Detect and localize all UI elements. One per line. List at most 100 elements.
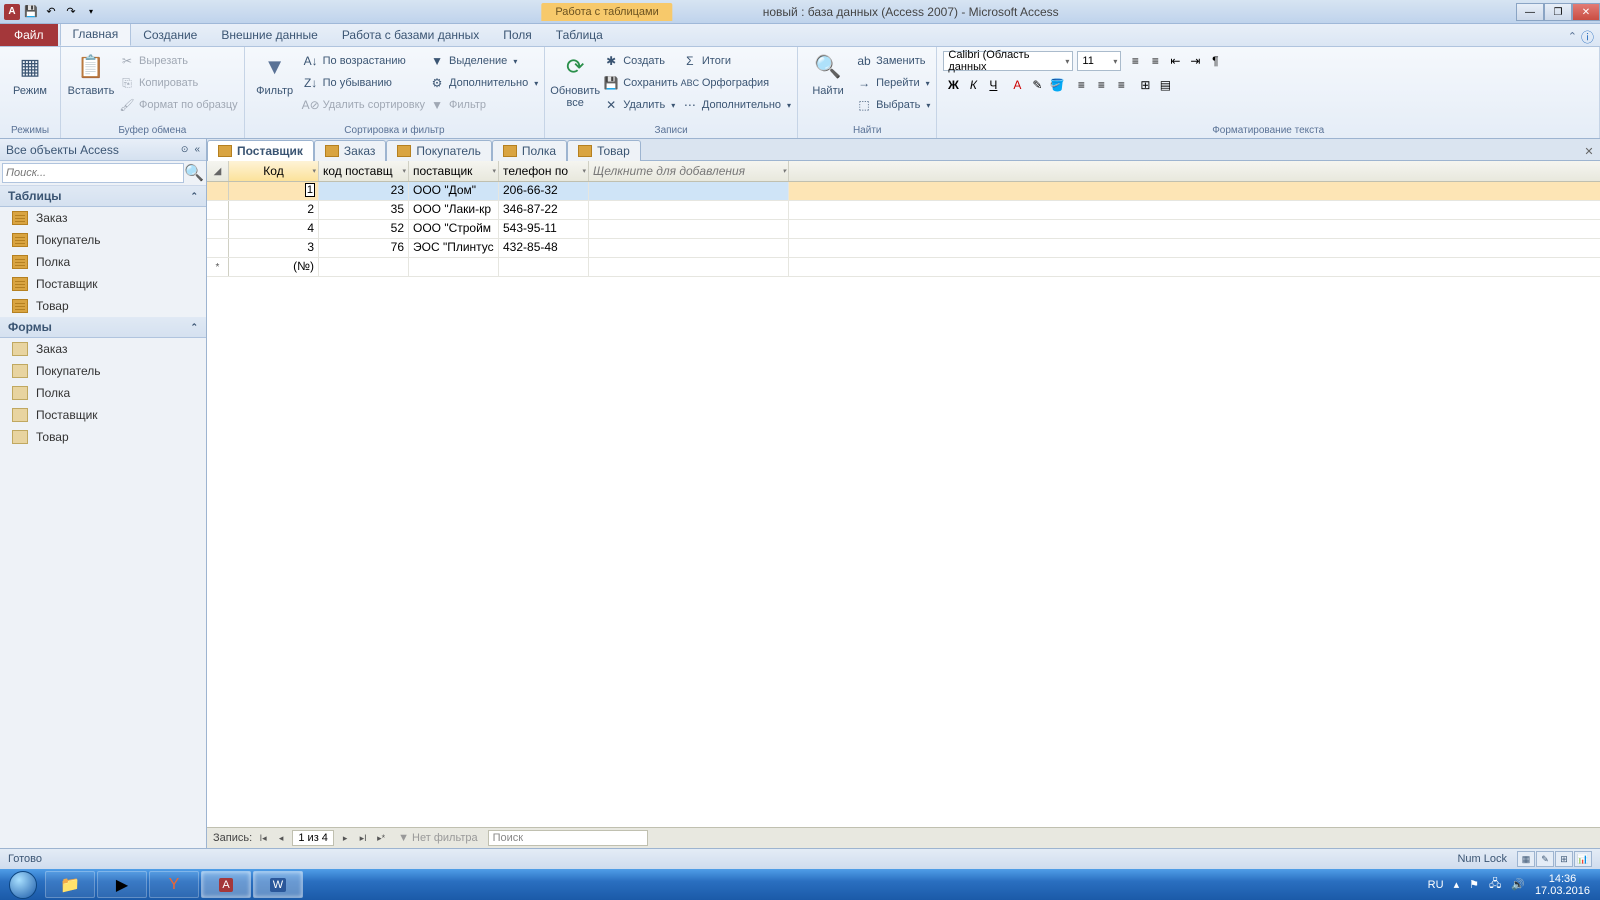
taskbar-mediaplayer[interactable]: ▶: [97, 871, 147, 898]
more-records-button[interactable]: ⋯Дополнительно▾: [682, 95, 791, 115]
refresh-button[interactable]: ⟳Обновить все: [551, 51, 599, 109]
nav-table-item[interactable]: Полка: [0, 251, 206, 273]
font-color-button[interactable]: A: [1007, 75, 1027, 95]
undo-icon[interactable]: ↶: [42, 3, 60, 21]
sort-asc-button[interactable]: A↓По возрастанию: [303, 51, 425, 71]
row-selector[interactable]: [207, 239, 229, 257]
prev-record-button[interactable]: ◂: [274, 833, 288, 844]
cell[interactable]: ООО "Дом": [409, 182, 499, 200]
cell[interactable]: 4: [229, 220, 319, 238]
text-direction-button[interactable]: ¶: [1205, 51, 1225, 71]
tab-table[interactable]: Таблица: [544, 24, 615, 46]
tray-volume-icon[interactable]: 🔊: [1511, 878, 1525, 891]
cell[interactable]: ЭОС "Плинтус: [409, 239, 499, 257]
row-selector[interactable]: [207, 201, 229, 219]
tab-home[interactable]: Главная: [60, 22, 132, 46]
bullets-button[interactable]: ≡: [1125, 51, 1145, 71]
cell[interactable]: [589, 220, 789, 238]
alt-row-color-button[interactable]: ▤: [1155, 75, 1175, 95]
align-center-button[interactable]: ≡: [1091, 75, 1111, 95]
pivot-view-button[interactable]: ⊞: [1555, 851, 1573, 867]
last-record-button[interactable]: ▸I: [356, 833, 370, 844]
navpane-search-input[interactable]: [2, 163, 184, 183]
find-button[interactable]: 🔍Найти: [804, 51, 852, 97]
align-left-button[interactable]: ≡: [1071, 75, 1091, 95]
cell[interactable]: ООО "Стройм: [409, 220, 499, 238]
cell[interactable]: [409, 258, 499, 276]
tray-arrow-icon[interactable]: ▴: [1454, 878, 1460, 891]
table-row[interactable]: 4 52 ООО "Стройм 543-95-11: [207, 220, 1600, 239]
italic-button[interactable]: К: [963, 75, 983, 95]
totals-button[interactable]: ΣИтоги: [682, 51, 791, 71]
new-record-nav-button[interactable]: ▸*: [374, 833, 388, 844]
lang-indicator[interactable]: RU: [1428, 879, 1444, 891]
cell[interactable]: 76: [319, 239, 409, 257]
numbering-button[interactable]: ≡: [1145, 51, 1165, 71]
close-tab-button[interactable]: ✕: [1580, 142, 1598, 160]
font-size-select[interactable]: 11: [1077, 51, 1121, 71]
clock[interactable]: 14:3617.03.2016: [1535, 873, 1590, 897]
toggle-filter-button[interactable]: ▼Фильтр: [429, 95, 538, 115]
indent-right-button[interactable]: ⇥: [1185, 51, 1205, 71]
paste-button[interactable]: 📋Вставить: [67, 51, 115, 97]
cell[interactable]: [589, 258, 789, 276]
record-position-input[interactable]: [292, 830, 334, 846]
next-record-button[interactable]: ▸: [338, 833, 352, 844]
file-tab[interactable]: Файл: [0, 24, 58, 46]
cut-button[interactable]: ✂Вырезать: [119, 51, 238, 71]
replace-button[interactable]: abЗаменить: [856, 51, 930, 71]
table-row[interactable]: 1 23 ООО "Дом" 206-66-32: [207, 182, 1600, 201]
new-record-button[interactable]: ✱Создать: [603, 51, 678, 71]
underline-button[interactable]: Ч: [983, 75, 1003, 95]
nav-section-tables[interactable]: Таблицы⌃: [0, 186, 206, 207]
nav-table-item[interactable]: Покупатель: [0, 229, 206, 251]
doc-tab[interactable]: Поставщик: [207, 140, 314, 161]
cell[interactable]: 1: [229, 182, 319, 200]
filter-button[interactable]: ▼Фильтр: [251, 51, 299, 97]
tab-fields[interactable]: Поля: [491, 24, 544, 46]
align-right-button[interactable]: ≡: [1111, 75, 1131, 95]
minimize-button[interactable]: —: [1516, 3, 1544, 21]
chart-view-button[interactable]: 📊: [1574, 851, 1592, 867]
column-header[interactable]: Код▾: [229, 161, 319, 181]
selection-button[interactable]: ▼Выделение▾: [429, 51, 538, 71]
nav-form-item[interactable]: Заказ: [0, 338, 206, 360]
doc-tab[interactable]: Заказ: [314, 140, 386, 161]
datasheet-grid[interactable]: ◢ Код▾ код поставщ▾ поставщик▾ телефон п…: [207, 161, 1600, 827]
nav-table-item[interactable]: Заказ: [0, 207, 206, 229]
new-row[interactable]: * (№): [207, 258, 1600, 277]
spelling-button[interactable]: ABCОрфография: [682, 73, 791, 93]
bold-button[interactable]: Ж: [943, 75, 963, 95]
gridlines-button[interactable]: ⊞: [1135, 75, 1155, 95]
select-all-corner[interactable]: ◢: [207, 161, 229, 181]
tab-create[interactable]: Создание: [131, 24, 209, 46]
doc-tab[interactable]: Покупатель: [386, 140, 491, 161]
clear-sort-button[interactable]: A⊘Удалить сортировку: [303, 95, 425, 115]
copy-button[interactable]: ⎘Копировать: [119, 73, 238, 93]
view-button[interactable]: ▦Режим: [6, 51, 54, 97]
nav-section-forms[interactable]: Формы⌃: [0, 317, 206, 338]
doc-tab[interactable]: Товар: [567, 140, 641, 161]
cell[interactable]: [589, 201, 789, 219]
cell[interactable]: ООО "Лаки-кр: [409, 201, 499, 219]
indent-left-button[interactable]: ⇤: [1165, 51, 1185, 71]
cell[interactable]: [589, 182, 789, 200]
taskbar-explorer[interactable]: 📁: [45, 871, 95, 898]
table-row[interactable]: 3 76 ЭОС "Плинтус 432-85-48: [207, 239, 1600, 258]
search-icon[interactable]: 🔍: [184, 163, 204, 183]
navpane-header[interactable]: Все объекты Access ⊙«: [0, 139, 206, 161]
cell[interactable]: 52: [319, 220, 409, 238]
cell[interactable]: (№): [229, 258, 319, 276]
font-select[interactable]: Calibri (Область данных: [943, 51, 1073, 71]
redo-icon[interactable]: ↷: [62, 3, 80, 21]
cell[interactable]: 3: [229, 239, 319, 257]
delete-record-button[interactable]: ✕Удалить▾: [603, 95, 678, 115]
highlight-button[interactable]: ✎: [1027, 75, 1047, 95]
tray-flag-icon[interactable]: ⚑: [1469, 878, 1479, 891]
column-header[interactable]: телефон по▾: [499, 161, 589, 181]
minimize-ribbon-icon[interactable]: ⌃: [1568, 30, 1577, 43]
tab-external[interactable]: Внешние данные: [209, 24, 330, 46]
column-header[interactable]: код поставщ▾: [319, 161, 409, 181]
row-selector[interactable]: [207, 220, 229, 238]
advanced-filter-button[interactable]: ⚙Дополнительно▾: [429, 73, 538, 93]
